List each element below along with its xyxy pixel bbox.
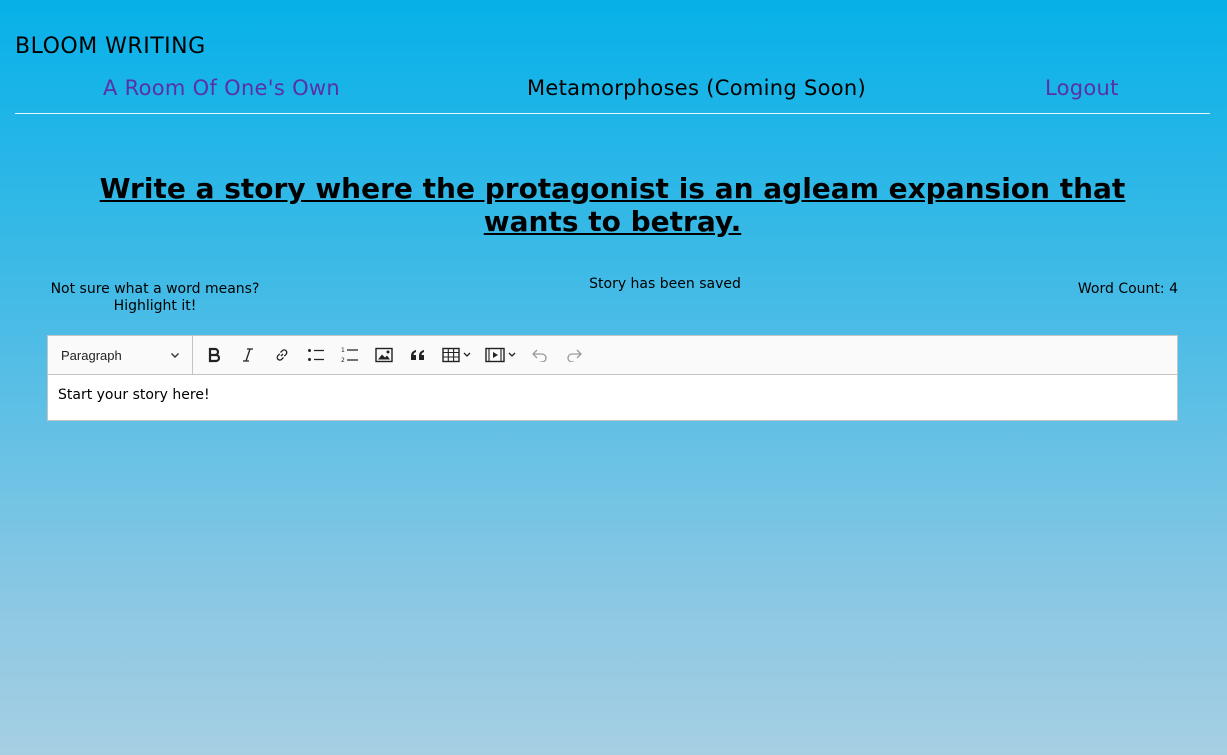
redo-button[interactable]	[557, 340, 591, 370]
brand-title: BLOOM WRITING	[15, 34, 206, 59]
image-icon	[375, 347, 393, 363]
main-nav: A Room Of One's Own Metamorphoses (Comin…	[15, 76, 1210, 114]
link-icon	[274, 347, 290, 363]
quote-icon	[409, 347, 427, 363]
insert-image-button[interactable]	[367, 340, 401, 370]
nav-link-room-of-ones-own[interactable]: A Room Of One's Own	[103, 76, 340, 100]
bold-icon	[206, 347, 222, 363]
editor-toolbar: Paragraph 12	[48, 336, 1177, 375]
svg-text:1: 1	[341, 347, 345, 354]
editor-content[interactable]: Start your story here!	[48, 375, 1177, 415]
chevron-down-icon	[170, 348, 180, 363]
svg-text:2: 2	[341, 357, 345, 364]
block-format-label: Paragraph	[61, 347, 122, 363]
block-quote-button[interactable]	[401, 340, 435, 370]
nav-link-logout[interactable]: Logout	[1045, 76, 1119, 100]
bulleted-list-button[interactable]	[299, 340, 333, 370]
insert-table-button[interactable]	[435, 340, 479, 370]
nav-link-metamorphoses[interactable]: Metamorphoses (Coming Soon)	[527, 76, 866, 100]
media-icon	[485, 347, 517, 363]
italic-button[interactable]	[231, 340, 265, 370]
hint-line-2: Highlight it!	[113, 298, 197, 314]
save-status: Story has been saved	[589, 276, 741, 292]
italic-icon	[240, 347, 256, 363]
hint-line-1: Not sure what a word means?	[50, 281, 260, 297]
numbered-list-icon: 12	[341, 346, 359, 364]
bold-button[interactable]	[197, 340, 231, 370]
story-prompt: Write a story where the protagonist is a…	[99, 172, 1126, 238]
undo-button[interactable]	[523, 340, 557, 370]
insert-media-button[interactable]	[479, 340, 523, 370]
numbered-list-button[interactable]: 12	[333, 340, 367, 370]
table-icon	[442, 347, 472, 363]
word-count: Word Count: 4	[1077, 281, 1178, 297]
bulleted-list-icon	[307, 347, 325, 363]
undo-icon	[531, 348, 549, 362]
dictionary-hint: Not sure what a word means? Highlight it…	[40, 281, 270, 315]
block-format-dropdown[interactable]: Paragraph	[48, 336, 193, 374]
redo-icon	[565, 348, 583, 362]
rich-text-editor: Paragraph 12 Start your story here!	[47, 335, 1178, 421]
link-button[interactable]	[265, 340, 299, 370]
